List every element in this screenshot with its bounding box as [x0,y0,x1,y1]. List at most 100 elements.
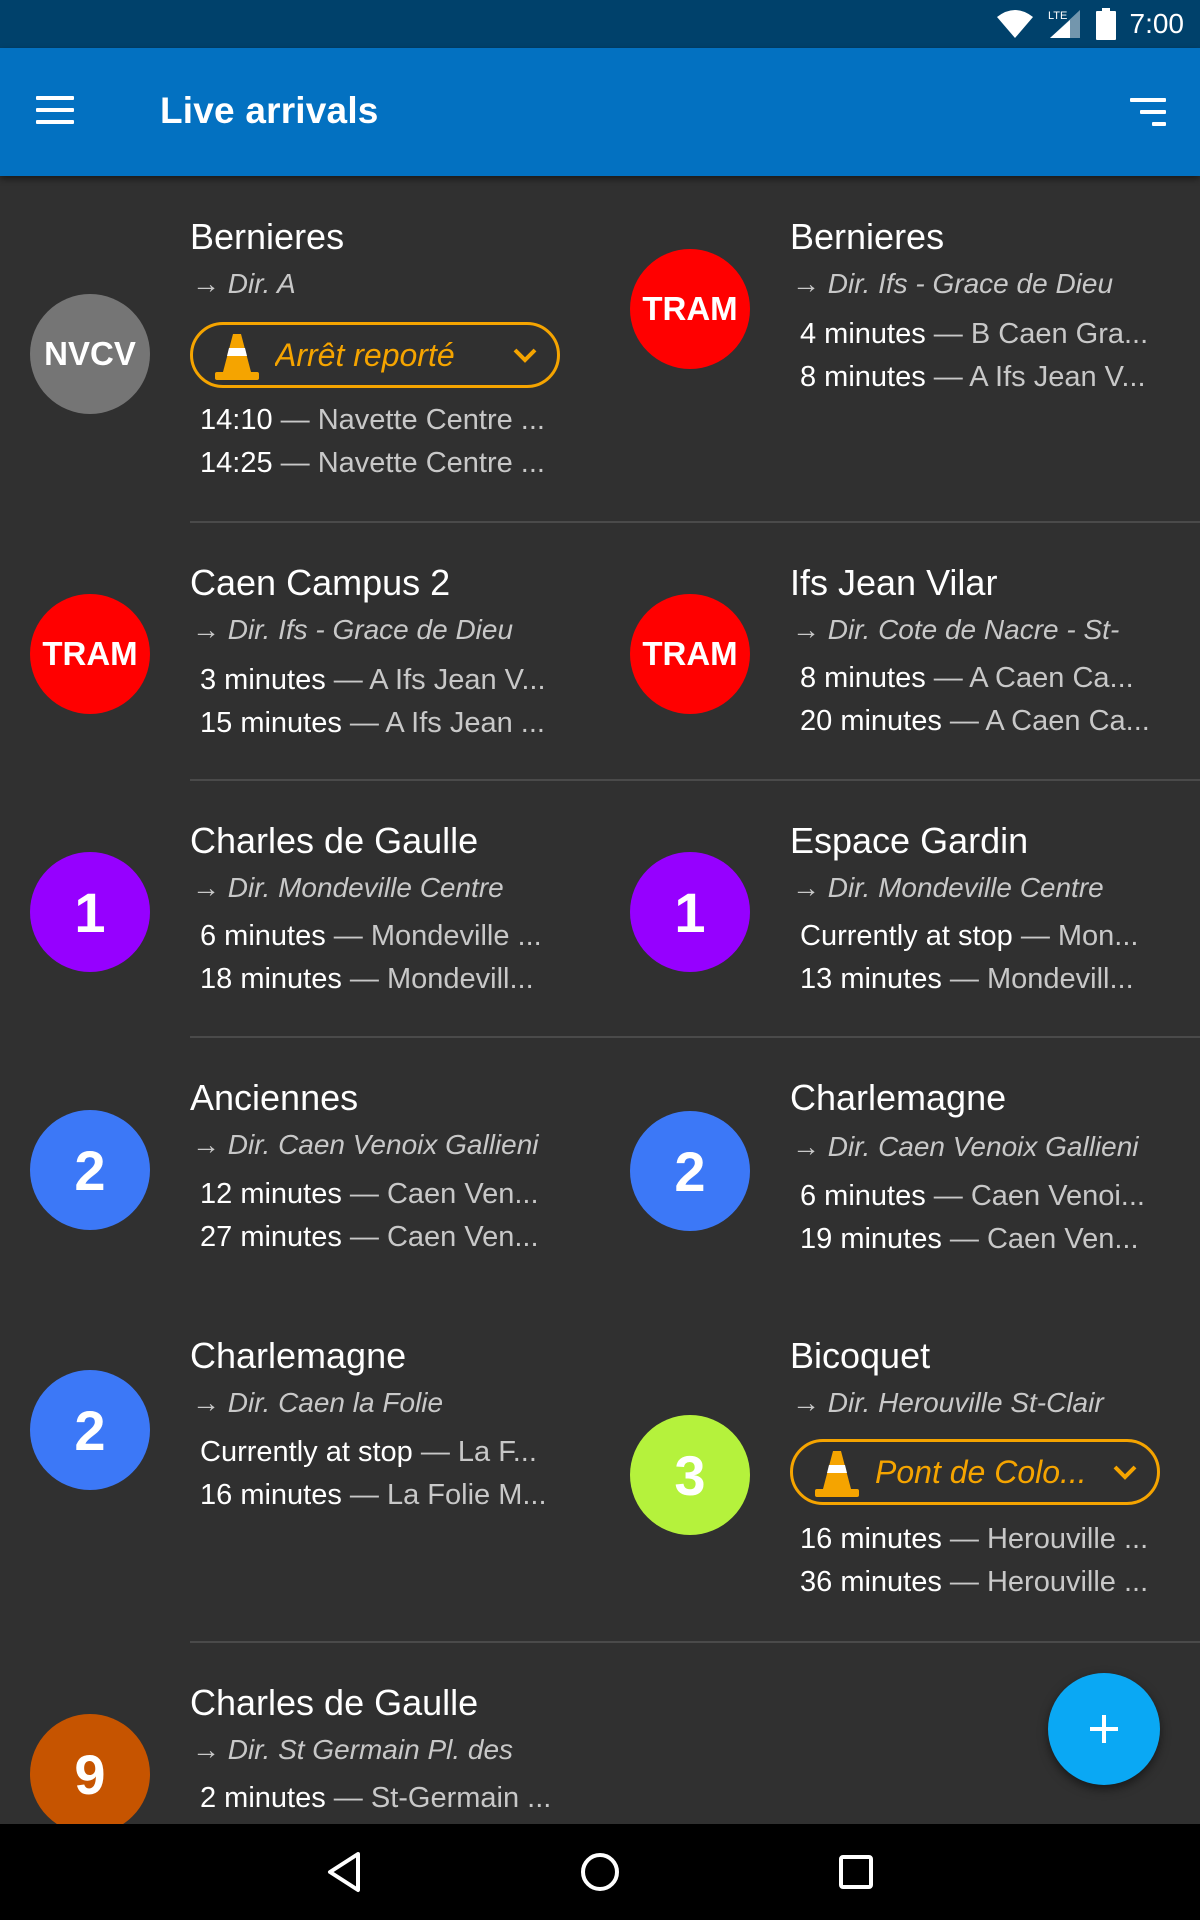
stop-card[interactable]: NVCV Bernieres → Dir. A Arrêt reporté 14… [0,176,600,522]
arrival-row: 15 minutes — A Ifs Jean ... [200,707,560,740]
line-badge: 2 [30,1370,150,1490]
stop-name: Espace Gardin [790,820,1029,861]
arrival-row: 12 minutes — Caen Ven... [200,1178,560,1211]
arrival-time: 16 minutes [800,1523,942,1555]
arrival-destination: — Caen Ven... [349,1178,539,1210]
alert-dropdown[interactable]: Pont de Colo... [790,1439,1160,1505]
home-icon[interactable] [570,1844,630,1900]
line-badge: NVCV [30,294,150,414]
arrival-row: 36 minutes — Herouville ... [800,1566,1160,1599]
arrival-time: 27 minutes [200,1221,342,1253]
menu-icon[interactable] [26,88,86,136]
network-label: LTE [1048,10,1067,22]
chevron-down-icon [513,348,537,363]
arrival-row: 14:10 — Navette Centre ... [200,404,560,437]
arrivals-list: NVCV Bernieres → Dir. A Arrêt reporté 14… [0,176,1200,1824]
direction: → Dir. Ifs - Grace de Dieu [192,614,514,645]
arrival-time: 15 minutes [200,707,342,739]
arrival-destination: — A Caen Ca... [933,662,1134,694]
arrival-destination: — Herouville ... [949,1566,1149,1598]
add-stop-button[interactable] [1048,1673,1160,1785]
stop-name: Anciennes [190,1077,359,1118]
stop-card[interactable]: TRAM Bernieres → Dir. Ifs - Grace de Die… [600,176,1200,522]
line-badge: TRAM [630,594,750,714]
recents-icon[interactable] [826,1844,886,1900]
arrival-row: 16 minutes — La Folie M... [200,1479,560,1512]
direction: → Dir. Herouville St-Clair [792,1387,1104,1418]
stop-card[interactable]: 9 Charles de Gaulle → Dir. St Germain Pl… [0,1642,600,1824]
line-badge: TRAM [630,249,750,369]
arrival-row: 8 minutes — A Ifs Jean V... [800,361,1160,394]
stop-card[interactable]: 1 Espace Gardin → Dir. Mondeville Centre… [600,780,1200,1037]
stop-name: Bicoquet [790,1335,931,1376]
arrival-time: 18 minutes [200,963,342,995]
sort-icon[interactable] [1120,88,1176,136]
direction: → Dir. Caen la Folie [192,1387,444,1418]
arrival-destination: — Caen Ven... [949,1223,1139,1255]
stop-name: Ifs Jean Vilar [790,562,998,603]
arrival-row: 27 minutes — Caen Ven... [200,1221,560,1254]
arrival-row: 19 minutes — Caen Ven... [800,1223,1160,1256]
line-badge: 1 [630,852,750,972]
arrival-destination: — B Caen Gra... [933,318,1149,350]
arrival-destination: — A Caen Ca... [949,705,1150,737]
arrival-row: 3 minutes — A Ifs Jean V... [200,664,560,697]
arrival-time: 36 minutes [800,1566,942,1598]
stop-card[interactable]: TRAM Ifs Jean Vilar → Dir. Cote de Nacre… [600,522,1200,780]
line-badge: 9 [30,1714,150,1824]
direction: → Dir. Caen Venoix Gallieni [792,1131,1139,1162]
traffic-cone-icon [215,334,259,380]
arrival-time: 16 minutes [200,1479,342,1511]
line-badge: 1 [30,852,150,972]
stop-card[interactable]: 2 Charlemagne → Dir. Caen Venoix Gallien… [600,1037,1200,1295]
arrival-time: 8 minutes [800,662,926,694]
alert-dropdown[interactable]: Arrêt reporté [190,322,560,388]
arrival-row: Currently at stop — Mon... [800,920,1160,953]
back-icon[interactable] [314,1844,374,1900]
arrival-destination: — Caen Ven... [349,1221,539,1253]
line-badge: TRAM [30,594,150,714]
stop-name: Bernieres [790,216,945,257]
stop-name: Caen Campus 2 [190,562,451,603]
page-title: Live arrivals [160,90,379,131]
arrival-time: 14:10 [200,404,273,436]
direction: → Dir. Caen Venoix Gallieni [192,1129,539,1160]
direction: → Dir. St Germain Pl. des [192,1734,514,1765]
arrival-row: 18 minutes — Mondevill... [200,963,560,996]
arrival-time: 20 minutes [800,705,942,737]
arrival-destination: — Caen Venoi... [933,1180,1145,1212]
arrival-time: 6 minutes [200,920,326,952]
arrival-time: 13 minutes [800,963,942,995]
arrival-destination: — A Ifs Jean V... [333,664,546,696]
arrival-destination: — A Ifs Jean V... [933,361,1146,393]
arrival-destination: — Mondevill... [349,963,534,995]
arrival-destination: — La F... [420,1436,537,1468]
arrival-row: 6 minutes — Caen Venoi... [800,1180,1160,1213]
clock: 7:00 [1129,8,1185,39]
stop-card[interactable]: TRAM Caen Campus 2 → Dir. Ifs - Grace de… [0,522,600,780]
battery-icon [1095,8,1116,40]
arrival-row: 4 minutes — B Caen Gra... [800,318,1160,351]
wifi-icon [996,10,1033,38]
arrival-row: 13 minutes — Mondevill... [800,963,1160,996]
direction: → Dir. A [192,268,296,299]
arrival-row: 16 minutes — Herouville ... [800,1523,1160,1556]
direction: → Dir. Ifs - Grace de Dieu [792,268,1114,299]
stop-card[interactable]: 3 Bicoquet → Dir. Herouville St-Clair Po… [600,1295,1200,1641]
arrival-time: 3 minutes [200,664,326,696]
stop-card[interactable]: 1 Charles de Gaulle → Dir. Mondeville Ce… [0,780,600,1037]
arrival-row: 8 minutes — A Caen Ca... [800,662,1160,695]
alert-text: Pont de Colo... [875,1453,1087,1490]
arrival-destination: — Mon... [1020,920,1139,952]
direction: → Dir. Mondeville Centre [792,872,1104,903]
stop-card[interactable]: 2 Anciennes → Dir. Caen Venoix Gallieni … [0,1037,600,1295]
arrival-destination: — Navette Centre ... [280,404,545,436]
status-icons: LTE 7:00 [996,6,1185,42]
plus-icon [1090,1715,1118,1743]
arrival-destination: — A Ifs Jean ... [349,707,545,739]
arrival-destination: — Mondevill... [949,963,1134,995]
stop-card[interactable]: 2 Charlemagne → Dir. Caen la Folie Curre… [0,1295,600,1641]
stop-name: Charlemagne [790,1077,1007,1118]
arrival-destination: — Navette Centre ... [280,447,545,479]
line-badge: 2 [30,1110,150,1230]
